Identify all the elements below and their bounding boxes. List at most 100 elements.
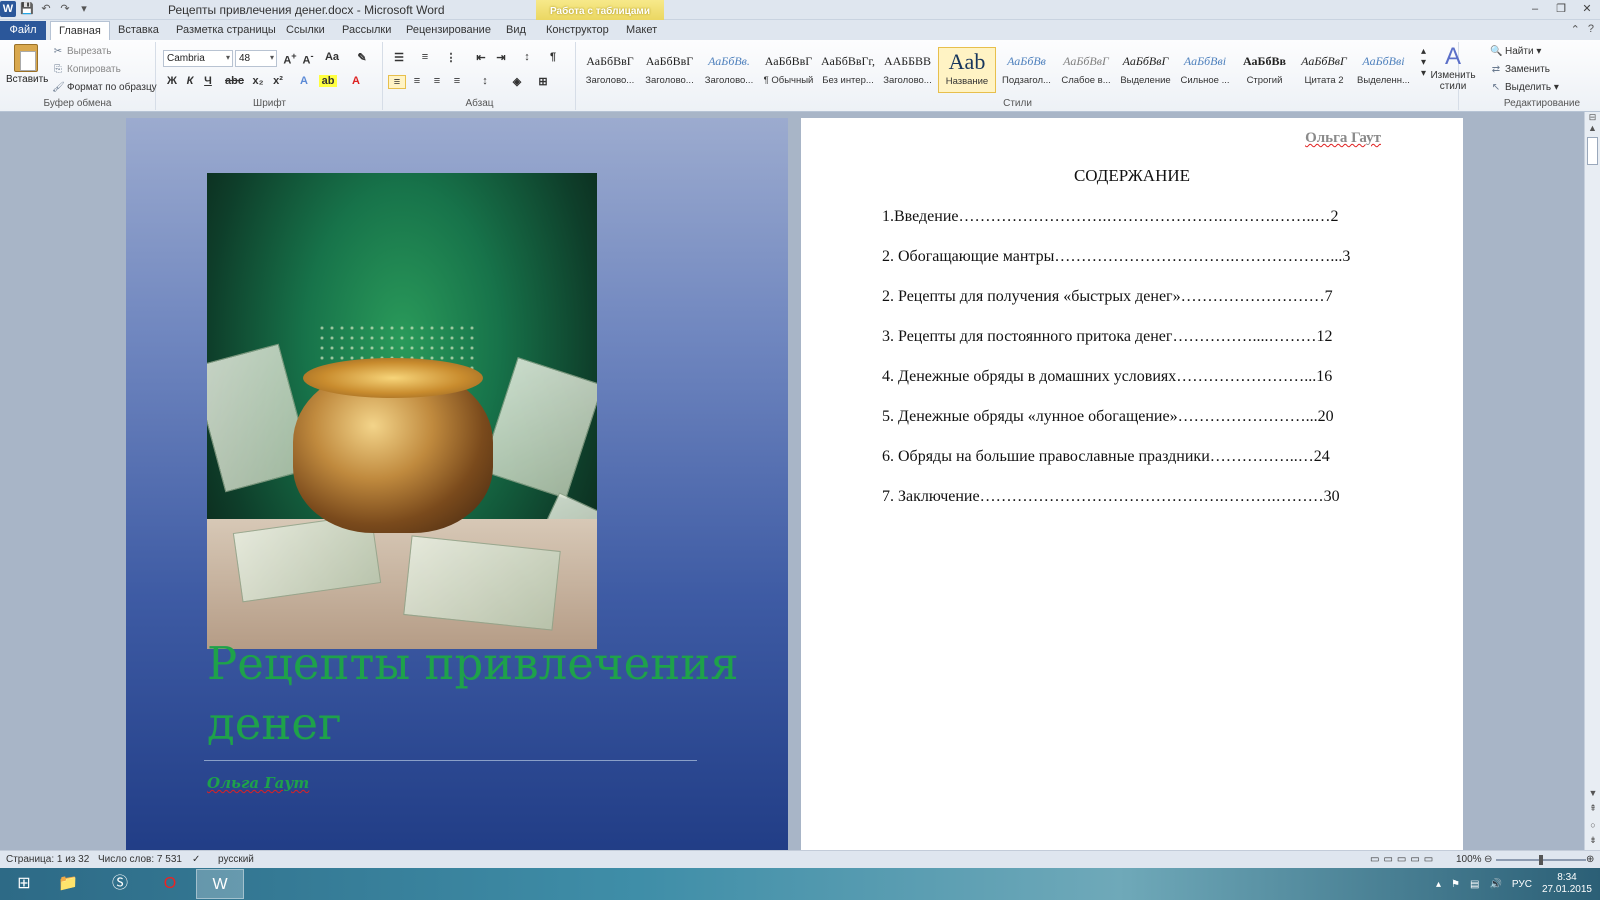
style-tile[interactable]: Aab Название bbox=[938, 47, 996, 93]
underline-button[interactable]: Ч bbox=[199, 75, 217, 87]
decrease-indent-icon[interactable]: ⇤ bbox=[472, 51, 490, 64]
save-icon[interactable]: 💾 bbox=[19, 1, 35, 17]
shading-icon[interactable]: ◈ bbox=[508, 75, 526, 88]
scroll-thumb[interactable] bbox=[1587, 137, 1598, 165]
clock[interactable]: 8:34 27.01.2015 bbox=[1542, 872, 1592, 896]
justify-icon[interactable]: ≡ bbox=[448, 75, 466, 87]
shrink-font-icon[interactable]: A- bbox=[299, 51, 317, 67]
prev-page-icon[interactable]: ⇞ bbox=[1585, 803, 1600, 814]
borders-icon[interactable]: ⊞ bbox=[534, 75, 552, 88]
restore-icon[interactable]: ❐ bbox=[1548, 0, 1574, 18]
styles-scroll[interactable]: ▴ ▾ ▾ bbox=[1421, 46, 1426, 79]
font-name-select[interactable]: Cambria bbox=[163, 50, 233, 67]
zoom-out-icon[interactable]: ⊖ bbox=[1484, 854, 1492, 865]
start-button-icon[interactable]: ⊞ bbox=[0, 869, 48, 899]
word-taskbar-icon[interactable]: W bbox=[196, 869, 244, 899]
highlight-icon[interactable]: ab bbox=[319, 75, 337, 87]
select-button[interactable]: ↖ Выделить ▾ bbox=[1490, 82, 1559, 93]
clear-formatting-icon[interactable]: ✎ bbox=[353, 51, 371, 64]
zoom-slider[interactable] bbox=[1496, 855, 1586, 865]
zoom-slider-thumb[interactable] bbox=[1539, 855, 1543, 865]
style-tile[interactable]: АаБбВвГг, Без интер... bbox=[819, 47, 877, 93]
align-right-icon[interactable]: ≡ bbox=[428, 75, 446, 87]
find-button[interactable]: 🔍 Найти ▾ bbox=[1490, 46, 1541, 57]
italic-button[interactable]: К bbox=[181, 75, 199, 87]
style-tile[interactable]: АаБбВвГ Заголово... bbox=[581, 47, 639, 93]
input-language[interactable]: РУС bbox=[1512, 879, 1532, 890]
format-painter-button[interactable]: 🖌 Формат по образцу bbox=[52, 82, 157, 93]
grow-font-icon[interactable]: A+ bbox=[281, 51, 299, 67]
view-buttons[interactable]: ▭▭▭▭▭ bbox=[1370, 854, 1437, 865]
scroll-up-icon[interactable]: ▲ bbox=[1585, 123, 1600, 133]
paste-button[interactable]: Вставить bbox=[6, 44, 48, 85]
font-size-select[interactable]: 48 bbox=[235, 50, 277, 67]
style-tile[interactable]: ААББВВ Заголово... bbox=[879, 47, 937, 93]
line-spacing-icon[interactable]: ↕ bbox=[476, 75, 494, 87]
strikethrough-icon[interactable]: abc bbox=[225, 75, 244, 87]
redo-icon[interactable]: ↷ bbox=[57, 1, 73, 17]
document-area[interactable]: Рецепты привлечения денег Ольга Гаут Оль… bbox=[0, 112, 1584, 850]
style-tile[interactable]: АаБбВв Подзагол... bbox=[998, 47, 1056, 93]
help-icon[interactable]: ? bbox=[1588, 23, 1594, 36]
replace-button[interactable]: ⇄ Заменить bbox=[1490, 64, 1550, 75]
tab-home[interactable]: Главная bbox=[50, 21, 110, 40]
change-case-icon[interactable]: Aa bbox=[323, 51, 341, 63]
browse-object-icon[interactable]: ○ bbox=[1585, 820, 1600, 830]
vertical-scrollbar[interactable]: ⊟ ▲ ▼ ⇞ ○ ⇟ bbox=[1584, 112, 1600, 850]
superscript-icon[interactable]: x² bbox=[269, 75, 287, 87]
tab-file[interactable]: Файл bbox=[0, 21, 46, 40]
proofing-icon[interactable]: ✓ bbox=[192, 854, 200, 865]
copy-button[interactable]: ⎘ Копировать bbox=[52, 64, 121, 75]
scroll-down-icon[interactable]: ▼ bbox=[1585, 788, 1600, 798]
tray-chevron-icon[interactable]: ▴ bbox=[1436, 879, 1441, 890]
tab-review[interactable]: Рецензирование bbox=[398, 21, 499, 40]
tab-insert[interactable]: Вставка bbox=[110, 21, 167, 40]
zoom-in-icon[interactable]: ⊕ bbox=[1586, 854, 1594, 865]
style-tile[interactable]: АаБбВв Строгий bbox=[1236, 47, 1294, 93]
undo-icon[interactable]: ↶ bbox=[38, 1, 54, 17]
style-tile[interactable]: АаБбВвГ Цитата 2 bbox=[1295, 47, 1353, 93]
tab-page-layout[interactable]: Разметка страницы bbox=[168, 21, 284, 40]
text-effects-icon[interactable]: A bbox=[295, 75, 313, 87]
page-count[interactable]: Страница: 1 из 32 bbox=[6, 854, 89, 865]
bullets-icon[interactable]: ☰ bbox=[390, 51, 408, 64]
sort-icon[interactable]: ↕ bbox=[518, 51, 536, 63]
font-color-icon[interactable]: A bbox=[347, 75, 365, 87]
language-indicator[interactable]: русский bbox=[218, 854, 254, 865]
cut-button[interactable]: ✂ Вырезать bbox=[52, 46, 112, 57]
change-styles-button[interactable]: A Изменить стили bbox=[1428, 44, 1478, 93]
ruler-toggle-icon[interactable]: ⊟ bbox=[1585, 112, 1600, 123]
close-icon[interactable]: ✕ bbox=[1574, 0, 1600, 18]
increase-indent-icon[interactable]: ⇥ bbox=[492, 51, 510, 64]
tab-references[interactable]: Ссылки bbox=[278, 21, 333, 40]
tab-mailings[interactable]: Рассылки bbox=[334, 21, 399, 40]
style-tile[interactable]: АаБбВвГ Выделение bbox=[1117, 47, 1175, 93]
file-explorer-icon[interactable]: 📁 bbox=[44, 869, 92, 899]
customize-qat-icon[interactable]: ▾ bbox=[76, 1, 92, 17]
word-count[interactable]: Число слов: 7 531 bbox=[98, 854, 182, 865]
style-tile[interactable]: АаБбВвГ Заголово... bbox=[641, 47, 699, 93]
tab-view[interactable]: Вид bbox=[498, 21, 534, 40]
show-marks-icon[interactable]: ¶ bbox=[544, 51, 562, 63]
tab-layout[interactable]: Макет bbox=[618, 21, 665, 40]
opera-icon[interactable]: O bbox=[146, 869, 194, 899]
network-icon[interactable]: ▤ bbox=[1470, 879, 1479, 890]
style-tile[interactable]: АаБбВві Сильное ... bbox=[1176, 47, 1234, 93]
tab-design[interactable]: Конструктор bbox=[538, 21, 617, 40]
volume-icon[interactable]: 🔊 bbox=[1489, 879, 1501, 890]
next-page-icon[interactable]: ⇟ bbox=[1585, 835, 1600, 846]
zoom-level[interactable]: 100% bbox=[1456, 854, 1482, 865]
skype-icon[interactable]: Ⓢ bbox=[96, 869, 144, 899]
style-tile[interactable]: АаБбВвГ Слабое в... bbox=[1057, 47, 1115, 93]
word-app-icon[interactable]: W bbox=[0, 1, 16, 17]
bold-button[interactable]: Ж bbox=[163, 75, 181, 87]
subscript-icon[interactable]: x₂ bbox=[249, 75, 267, 87]
style-tile[interactable]: АаБбВвГ ¶ Обычный bbox=[760, 47, 818, 93]
align-center-icon[interactable]: ≡ bbox=[408, 75, 426, 87]
multilevel-list-icon[interactable]: ⋮ bbox=[442, 51, 460, 64]
flag-icon[interactable]: ⚑ bbox=[1451, 879, 1460, 890]
numbering-icon[interactable]: ≡ bbox=[416, 51, 434, 63]
align-left-icon[interactable]: ≡ bbox=[388, 75, 406, 89]
minimize-ribbon-icon[interactable]: ⌃ bbox=[1571, 23, 1580, 36]
style-tile[interactable]: АаБбВв. Заголово... bbox=[700, 47, 758, 93]
